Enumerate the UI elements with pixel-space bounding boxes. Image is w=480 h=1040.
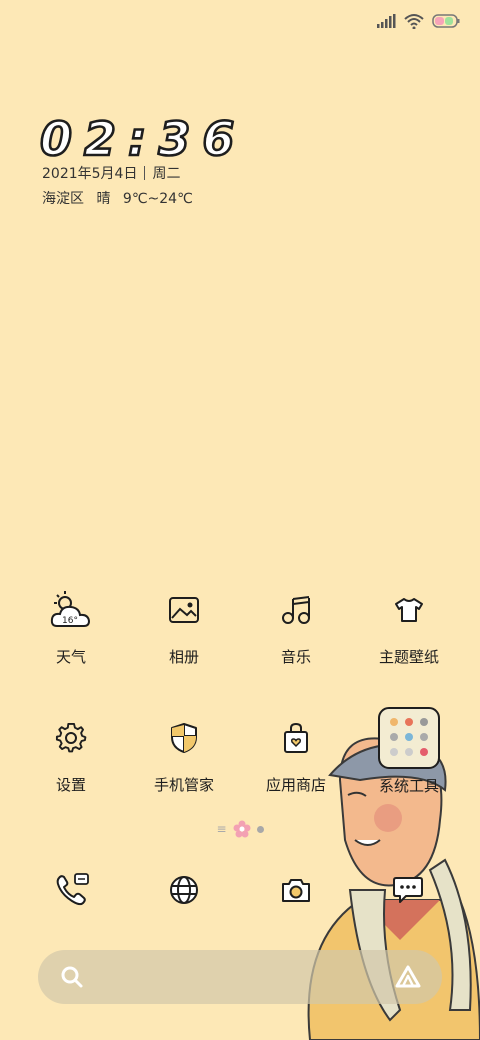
app-label: 手机管家: [153, 776, 214, 794]
lockscreen-clock[interactable]: 02:36: [39, 111, 246, 168]
app-theme[interactable]: 主题壁纸: [354, 588, 464, 667]
app-gallery[interactable]: 相册: [129, 588, 239, 667]
menu-lines-icon: ≡: [216, 822, 227, 836]
app-settings[interactable]: 设置: [16, 716, 126, 795]
store-icon: [274, 716, 318, 760]
app-label: 相册: [168, 648, 199, 666]
camera-icon: [282, 879, 310, 902]
battery-icon: [432, 14, 460, 28]
date-separator: [144, 166, 146, 180]
app-label: 设置: [55, 776, 86, 794]
flower-icon: [233, 820, 251, 838]
status-bar: [376, 10, 460, 32]
messages-icon: [393, 877, 423, 903]
music-icon: [274, 588, 318, 632]
app-security[interactable]: 手机管家: [129, 716, 239, 795]
search-bar[interactable]: [38, 950, 442, 1004]
dock-camera[interactable]: [274, 868, 318, 912]
date-text: 2021年5月4日: [42, 166, 138, 182]
browser-icon: [170, 876, 198, 904]
dock-phone[interactable]: [50, 868, 94, 912]
location-text: 海淀区: [42, 191, 84, 207]
page-indicator[interactable]: ≡: [0, 820, 480, 838]
condition-text: 晴: [96, 191, 111, 207]
gallery-icon: [162, 588, 206, 632]
page-dot: [256, 825, 264, 833]
app-weather[interactable]: 16° 天气: [16, 588, 126, 667]
app-label: 应用商店: [265, 776, 326, 794]
app-label: 主题壁纸: [378, 648, 439, 666]
weather-icon: 16°: [49, 588, 93, 632]
folder-icon: [376, 705, 442, 771]
date-line: 2021年5月4日 周二: [42, 163, 180, 183]
settings-icon: [49, 716, 93, 760]
app-label: 音乐: [280, 648, 311, 666]
temp-range-text: 9℃~24℃: [122, 191, 193, 207]
weather-temp: 16°: [62, 616, 78, 626]
dock-browser[interactable]: [162, 868, 206, 912]
phone-icon: [56, 873, 89, 906]
app-label: 天气: [55, 648, 86, 666]
app-folder-system-tools[interactable]: 系统工具: [354, 705, 464, 796]
assistant-icon[interactable]: [394, 964, 422, 990]
theme-icon: [387, 588, 431, 632]
app-store[interactable]: 应用商店: [241, 716, 351, 795]
app-label: 系统工具: [378, 777, 439, 795]
search-icon[interactable]: [60, 965, 84, 989]
security-icon: [162, 716, 206, 760]
weather-line[interactable]: 海淀区 晴 9℃~24℃: [42, 188, 201, 208]
dock-messages[interactable]: [386, 868, 430, 912]
wifi-icon: [404, 14, 424, 29]
signal-icon: [377, 14, 396, 28]
weekday-text: 周二: [152, 166, 181, 182]
app-music[interactable]: 音乐: [241, 588, 351, 667]
